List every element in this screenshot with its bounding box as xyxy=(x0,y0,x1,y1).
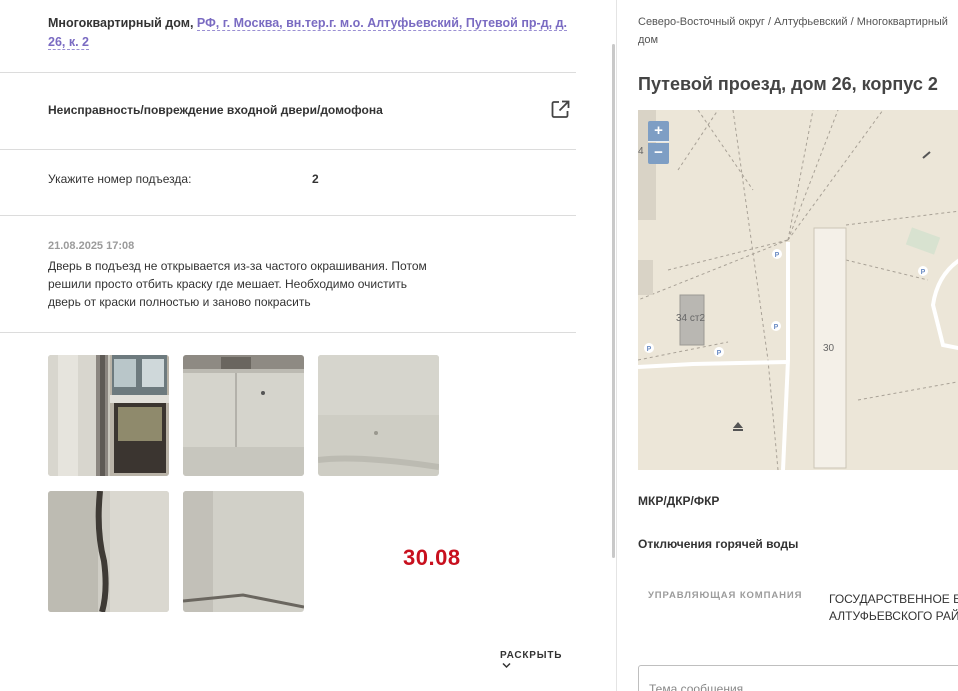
expand-button[interactable]: РАСКРЫТЬ xyxy=(500,650,576,672)
comment-date: 21.08.2025 17:08 xyxy=(48,240,135,252)
comment-text: Дверь в подъезд не открывается из-за час… xyxy=(48,259,427,309)
photo-thumbnail[interactable] xyxy=(48,355,169,476)
subject-field[interactable]: Тема сообщения xyxy=(638,665,958,691)
expand-label: РАСКРЫТЬ xyxy=(500,650,563,661)
page: Многоквартирный дом, РФ, г. Москва, вн.т… xyxy=(0,0,958,691)
svg-text:P: P xyxy=(774,324,779,331)
map-canvas: P P P P P xyxy=(638,110,958,470)
open-external-icon[interactable] xyxy=(551,100,570,119)
breadcrumb[interactable]: Северо-Восточный округ / Алтуфьевский / … xyxy=(638,13,958,49)
program-label[interactable]: МКР/ДКР/ФКР xyxy=(638,494,719,508)
photo-thumbnail[interactable] xyxy=(48,491,169,612)
issue-title: Неисправность/повреждение входной двери/… xyxy=(48,103,383,117)
map-label-edge: 4 xyxy=(638,146,644,157)
management-company-value: ГОСУДАРСТВЕННОЕ Б АЛТУФЬЕВСКОГО РАЙ xyxy=(829,591,958,625)
entrance-value: 2 xyxy=(312,172,319,186)
photo-thumbnail[interactable] xyxy=(183,355,304,476)
issue-section: Неисправность/повреждение входной двери/… xyxy=(0,73,576,150)
building-title: Путевой проезд, дом 26, корпус 2 xyxy=(638,74,938,94)
svg-text:P: P xyxy=(647,346,652,353)
comment-section: 21.08.2025 17:08 Дверь в подъезд не откр… xyxy=(0,216,576,333)
subject-placeholder: Тема сообщения xyxy=(649,682,744,691)
map-label-30: 30 xyxy=(823,343,835,354)
right-panel: Северо-Восточный округ / Алтуфьевский / … xyxy=(617,0,958,691)
hot-water-label[interactable]: Отключения горячей воды xyxy=(638,537,798,551)
management-company-line: ГОСУДАРСТВЕННОЕ Б xyxy=(829,592,958,606)
map[interactable]: P P P P P 34 ст2 30 4 + − xyxy=(638,110,958,470)
svg-text:P: P xyxy=(775,252,780,259)
chevron-down-icon xyxy=(502,662,511,669)
svg-text:P: P xyxy=(717,350,722,357)
entrance-section: Укажите номер подъезда: 2 xyxy=(0,150,576,216)
svg-text:P: P xyxy=(921,269,926,276)
zoom-in-button[interactable]: + xyxy=(648,121,669,142)
left-panel: Многоквартирный дом, РФ, г. Москва, вн.т… xyxy=(0,0,576,691)
address-section: Многоквартирный дом, РФ, г. Москва, вн.т… xyxy=(0,0,576,73)
photo-thumbnail[interactable] xyxy=(183,491,304,612)
management-company-line: АЛТУФЬЕВСКОГО РАЙ xyxy=(829,609,958,623)
entrance-label: Укажите номер подъезда: xyxy=(48,172,192,186)
management-company-label: УПРАВЛЯЮЩАЯ КОМПАНИЯ xyxy=(648,590,803,601)
zoom-out-button[interactable]: − xyxy=(648,143,669,164)
map-label-34: 34 ст2 xyxy=(676,313,706,324)
scrollbar[interactable] xyxy=(612,44,615,558)
photo-thumbnail[interactable] xyxy=(318,355,439,476)
date-stamp: 30.08 xyxy=(403,545,461,570)
address-prefix: Многоквартирный дом, xyxy=(48,16,194,30)
